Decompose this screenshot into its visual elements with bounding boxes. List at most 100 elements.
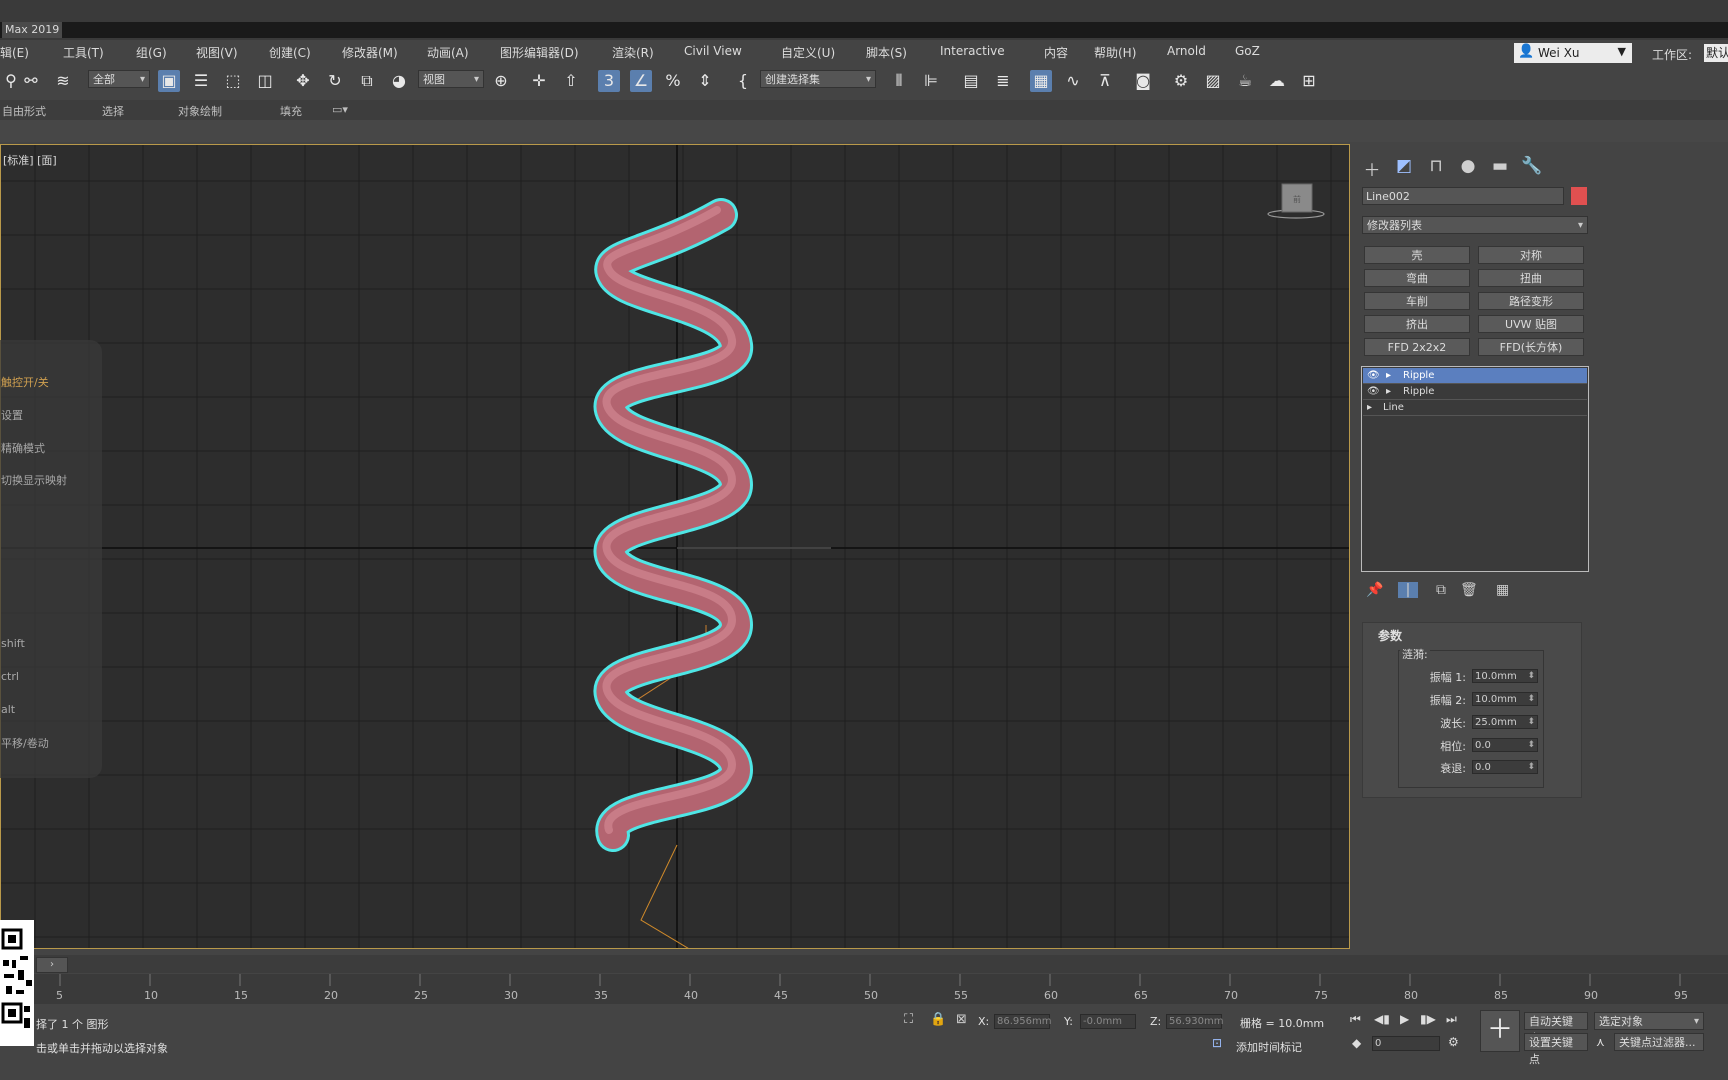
time-slider-handle[interactable]: ›: [36, 957, 68, 973]
select-by-name-icon[interactable]: ☰: [190, 70, 212, 92]
modifier-list-dropdown[interactable]: 修改器列表: [1362, 216, 1588, 235]
go-to-start-icon[interactable]: ⏮: [1350, 1012, 1361, 1027]
viewcube[interactable]: 前: [1266, 180, 1326, 224]
modifier-button-ffd-box[interactable]: FFD(长方体): [1478, 338, 1584, 356]
keyboard-shortcut-icon[interactable]: ⇧: [560, 70, 582, 92]
display-tab-icon[interactable]: ▬: [1488, 156, 1512, 176]
ribbon-options-icon[interactable]: ▭▾: [332, 103, 348, 116]
show-end-result-icon[interactable]: |: [1398, 582, 1418, 598]
set-key-big-button[interactable]: ＋: [1480, 1010, 1520, 1052]
edit-named-sets-icon[interactable]: {: [732, 70, 754, 92]
perspective-viewport[interactable]: [0, 144, 1350, 949]
create-tab-icon[interactable]: ＋: [1360, 156, 1384, 181]
auto-key-button[interactable]: 自动关键点: [1524, 1012, 1588, 1045]
toggle-ribbon-icon[interactable]: ▦: [1030, 70, 1052, 92]
z-coord-field[interactable]: 56.930mm: [1166, 1014, 1223, 1029]
menu-create[interactable]: 创建(C): [269, 44, 311, 61]
menu-interactive[interactable]: Interactive: [940, 44, 1005, 58]
menu-group[interactable]: 组(G): [136, 44, 167, 61]
x-coord-field[interactable]: 86.956mm: [994, 1014, 1051, 1029]
ribbon-tab-object-paint[interactable]: 对象绘制: [178, 103, 222, 119]
rotate-icon[interactable]: ↻: [324, 70, 346, 92]
layer-explorer-icon[interactable]: ≣: [992, 70, 1014, 92]
menu-views[interactable]: 视图(V): [196, 44, 238, 61]
modifier-button-ffd-2x2x2[interactable]: FFD 2x2x2: [1364, 338, 1470, 356]
isolate-icon[interactable]: ⛶: [904, 1012, 913, 1027]
go-to-end-icon[interactable]: ⏭: [1446, 1012, 1457, 1027]
key-selection-dropdown[interactable]: 选定对象: [1594, 1012, 1704, 1031]
parameters-title[interactable]: 参数: [1378, 627, 1402, 644]
workspace-dropdown[interactable]: 默认: [1704, 44, 1728, 62]
selection-filter-dropdown[interactable]: 全部: [88, 70, 150, 89]
menu-arnold[interactable]: Arnold: [1167, 44, 1206, 58]
key-filters-button[interactable]: 关键点过滤器...: [1614, 1033, 1704, 1051]
previous-frame-icon[interactable]: ◀▮: [1374, 1012, 1390, 1026]
make-unique-icon[interactable]: ⧉: [1436, 582, 1446, 598]
ribbon-tab-freeform[interactable]: 自由形式: [2, 103, 46, 119]
menu-customize[interactable]: 自定义(U): [781, 44, 835, 61]
material-editor-icon[interactable]: ◙: [1132, 70, 1154, 92]
key-filter-icon[interactable]: ⋏: [1596, 1035, 1605, 1049]
align-icon[interactable]: ⊫: [920, 70, 942, 92]
unlink-icon[interactable]: ⚯: [20, 70, 42, 92]
pin-stack-icon[interactable]: 📌: [1366, 582, 1383, 598]
next-frame-icon[interactable]: ▮▶: [1420, 1012, 1436, 1026]
remove-modifier-icon[interactable]: 🗑: [1460, 582, 1478, 598]
overlay-settings[interactable]: 设置: [1, 407, 23, 423]
play-icon[interactable]: ▶: [1400, 1012, 1409, 1026]
ribbon-tab-selection[interactable]: 选择: [102, 103, 124, 119]
link-icon[interactable]: ⚲: [0, 70, 22, 92]
amplitude2-spinner[interactable]: 10.0mm: [1472, 692, 1538, 706]
set-key-button[interactable]: 设置关键点: [1524, 1033, 1588, 1066]
modifier-button-path-deform[interactable]: 路径变形: [1478, 292, 1584, 310]
eye-icon[interactable]: 👁: [1367, 368, 1380, 384]
render-icon[interactable]: ☕: [1234, 70, 1256, 92]
reference-coord-dropdown[interactable]: 视图: [418, 70, 484, 89]
snap-3d-icon[interactable]: 3: [598, 70, 620, 92]
viewport-label[interactable]: [标准] [面]: [3, 152, 57, 168]
stack-item[interactable]: ▸ Line: [1363, 400, 1587, 416]
scene-explorer-icon[interactable]: ▤: [960, 70, 982, 92]
bind-space-warp-icon[interactable]: ≋: [52, 70, 74, 92]
user-account-dropdown[interactable]: 👤 Wei Xu ▼: [1514, 43, 1632, 63]
time-slider[interactable]: [0, 955, 1728, 973]
move-icon[interactable]: ✥: [292, 70, 314, 92]
curve-editor-icon[interactable]: ∿: [1062, 70, 1084, 92]
stack-item[interactable]: 👁 ▸ Ripple: [1363, 384, 1587, 400]
select-icon[interactable]: ▣: [158, 70, 180, 92]
key-mode-icon[interactable]: ◆: [1352, 1036, 1361, 1050]
hierarchy-tab-icon[interactable]: ⊓: [1424, 156, 1448, 176]
menu-help[interactable]: 帮助(H): [1094, 44, 1136, 61]
transform-mode-icon[interactable]: ⊠: [956, 1012, 967, 1027]
menu-edit[interactable]: 辑(E): [0, 44, 29, 61]
menu-scripting[interactable]: 脚本(S): [866, 44, 907, 61]
menu-content[interactable]: 内容: [1044, 44, 1068, 61]
menu-goz[interactable]: GoZ: [1235, 44, 1260, 58]
object-name-field[interactable]: Line002: [1362, 187, 1564, 205]
phase-spinner[interactable]: 0.0: [1472, 738, 1538, 752]
amplitude1-spinner[interactable]: 10.0mm: [1472, 669, 1538, 683]
configure-sets-icon[interactable]: ▦: [1496, 582, 1509, 598]
render-cloud-icon[interactable]: ☁: [1266, 70, 1288, 92]
ribbon-tab-populate[interactable]: 填充: [280, 103, 302, 119]
mirror-icon[interactable]: ⫴: [888, 70, 910, 92]
menu-modifiers[interactable]: 修改器(M): [342, 44, 398, 61]
overlay-touch-toggle[interactable]: 触控开/关: [1, 374, 49, 390]
place-icon[interactable]: ◕: [388, 70, 410, 92]
eye-icon[interactable]: 👁: [1367, 384, 1380, 400]
manipulate-icon[interactable]: ✛: [528, 70, 550, 92]
menu-civil-view[interactable]: Civil View: [684, 44, 742, 58]
modifier-button-lathe[interactable]: 车削: [1364, 292, 1470, 310]
decay-spinner[interactable]: 0.0: [1472, 760, 1538, 774]
spinner-snap-icon[interactable]: ⇕: [694, 70, 716, 92]
rect-region-icon[interactable]: ⬚: [222, 70, 244, 92]
modifier-button-bend[interactable]: 弯曲: [1364, 269, 1470, 287]
modify-tab-icon[interactable]: ◩: [1392, 156, 1416, 176]
y-coord-field[interactable]: -0.0mm: [1080, 1014, 1136, 1029]
overlay-precision-mode[interactable]: 精确模式: [1, 440, 45, 456]
rendered-frame-icon[interactable]: ▨: [1202, 70, 1224, 92]
named-selection-set-dropdown[interactable]: 创建选择集: [760, 70, 876, 89]
modifier-button-symmetry[interactable]: 对称: [1478, 246, 1584, 264]
modifier-button-shell[interactable]: 壳: [1364, 246, 1470, 264]
wavelength-spinner[interactable]: 25.0mm: [1472, 715, 1538, 729]
